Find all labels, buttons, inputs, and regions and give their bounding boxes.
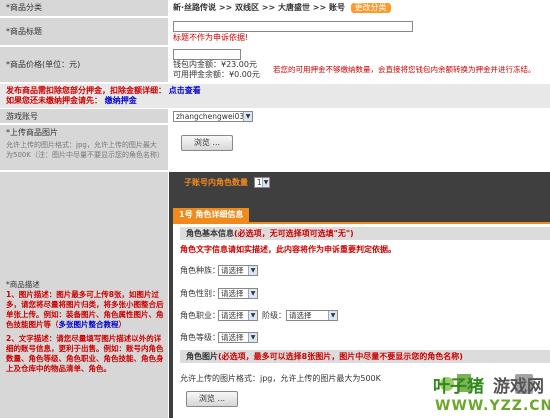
description-label: *商品描述 xyxy=(6,280,40,289)
price-label: *商品价格(单位：元) xyxy=(0,47,168,82)
description-label-area: *商品描述 1、图片描述：图片最多可上传8张，如图片过多，请您将尽量将图片归类，… xyxy=(0,172,168,418)
title-hint: 标题不作为申诉依据! xyxy=(173,33,249,42)
role-count-select[interactable]: 1 ▼ xyxy=(254,177,270,188)
watermark-url: WWW.YZZ.CN xyxy=(435,398,550,414)
browse-image-button[interactable]: 浏览 ... xyxy=(181,135,233,151)
watermark-sub: 游戏网 xyxy=(493,377,544,397)
upload-image-row: *上传商品图片 允许上传的图片格式：jpg，允许上传的图片最大为500K（注：图… xyxy=(0,125,550,171)
price-warning: 若您的可用押金不够缴纳数量，会直接将您钱包内余额转换为押金并进行冻结。 xyxy=(273,65,536,74)
image-merge-tutorial-link[interactable]: 多张图片整合教程 xyxy=(59,320,119,329)
price-row: *商品价格(单位：元) 钱包内金额：¥23.00元 可用押金余额：¥0.00元 … xyxy=(0,47,550,83)
tab-role-1[interactable]: 1号 角色详细信息 xyxy=(173,208,250,222)
gender-select[interactable]: 请选择 ▼ xyxy=(218,288,258,299)
notice-line1: 发布商品需扣除您部分押金，扣除金额详细： xyxy=(6,86,166,95)
price-input[interactable] xyxy=(173,49,241,60)
level-label: 角色等级： xyxy=(180,333,220,342)
class-label: 角色职业： xyxy=(180,311,220,320)
game-account-row: 游戏账号 zhangchengwei03 ▼ xyxy=(0,109,550,124)
upload-image-desc: 允许上传的图片格式：jpg，允许上传的图片最大为500K（注：图片中尽量不要显示… xyxy=(6,141,164,159)
change-category-button[interactable]: 更改分类 xyxy=(350,3,391,13)
race-label: 角色种族： xyxy=(180,266,220,275)
site-watermark-logo: 叶子猪 游戏网 WWW.YZZ.CN xyxy=(395,368,550,418)
deposit-notice: 发布商品需扣除您部分押金，扣除金额详细： 点击查看 如果您还未缴纳押金请先： 缴… xyxy=(0,84,550,108)
game-account-label: 游戏账号 xyxy=(0,109,168,123)
category-row: *商品分类 新·丝路传说 >> 双线区 >> 大唐盛世 >> 账号 更改分类 xyxy=(0,0,550,17)
title-input[interactable] xyxy=(173,21,413,32)
role-image-desc: 允许上传的图片格式：jpg，允许上传的图片最大为500K xyxy=(180,374,381,383)
race-select[interactable]: 请选择 ▼ xyxy=(218,265,258,276)
category-label: *商品分类 xyxy=(0,0,168,16)
rank-select[interactable]: 请选择 ▼ xyxy=(286,310,338,321)
game-account-select[interactable]: zhangchengwei03 ▼ xyxy=(173,111,253,122)
chevron-down-icon: ▼ xyxy=(248,266,257,275)
chevron-down-icon: ▼ xyxy=(248,289,257,298)
deposit-detail-link[interactable]: 点击查看 xyxy=(169,86,201,95)
notice-line2: 如果您还未缴纳押金请先： xyxy=(6,96,102,105)
category-path: 新·丝路传说 >> 双线区 >> 大唐盛世 >> 账号 xyxy=(173,3,345,12)
level-select[interactable]: 请选择 ▼ xyxy=(218,332,258,343)
chevron-down-icon: ▼ xyxy=(328,311,337,320)
title-row: *商品标题 标题不作为申诉依据! xyxy=(0,18,550,46)
chevron-down-icon: ▼ xyxy=(262,178,269,187)
browse-role-image-button[interactable]: 浏览 ... xyxy=(186,391,238,407)
rank-label: 阶级： xyxy=(262,311,286,320)
upload-image-label: *上传商品图片 xyxy=(6,128,58,137)
available-balance: 可用押金余额：¥0.00元 xyxy=(173,70,260,79)
description-para2: 2、文字描述：请您尽量填写图片描述以外的详细的账号信息，更利于出售。例如：账号内… xyxy=(6,334,164,373)
chevron-down-icon: ▼ xyxy=(248,311,257,320)
role-image-header: 角色图片(必选项，最多可以选择8张图片，图片中尽量不要显示您的角色名称) xyxy=(180,350,550,363)
role-basic-header: 角色基本信息(必选项，无可选择项可选填"无") xyxy=(180,227,550,240)
chevron-down-icon: ▼ xyxy=(243,112,252,121)
watermark-brand: 叶子猪 xyxy=(433,377,484,397)
pay-deposit-link[interactable]: 缴纳押金 xyxy=(105,96,137,105)
role-basic-warning: 角色文字信息请如实描述，此内容将作为申诉重要判定依据。 xyxy=(180,245,396,254)
class-select[interactable]: 请选择 ▼ xyxy=(218,310,258,321)
role-count-label: 子账号内角色数量 xyxy=(184,178,248,187)
wallet-balance: 钱包内金额：¥23.00元 xyxy=(173,60,257,69)
gender-label: 角色性别： xyxy=(180,289,220,298)
chevron-down-icon: ▼ xyxy=(248,333,257,342)
title-label: *商品标题 xyxy=(0,18,168,45)
